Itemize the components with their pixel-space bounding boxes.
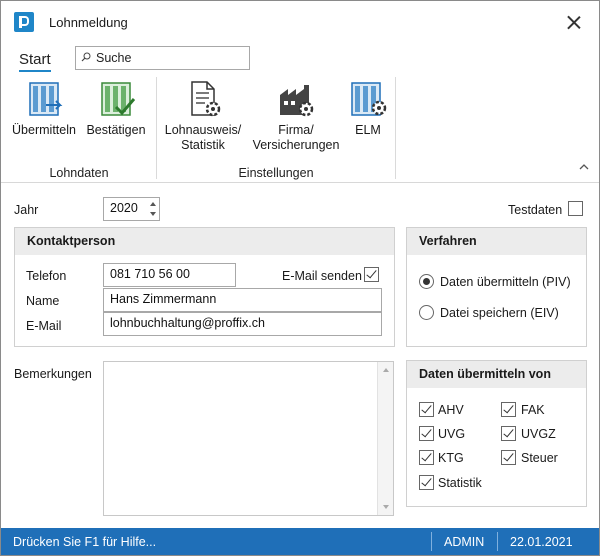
confirm-icon xyxy=(101,82,136,116)
scroll-down-icon[interactable] xyxy=(383,505,389,509)
jahr-spinner[interactable]: 2020 xyxy=(103,197,160,221)
testdaten-label: Testdaten xyxy=(508,203,563,217)
uebermitteln-button[interactable]: Übermitteln xyxy=(11,79,77,138)
name-field[interactable]: Hans Zimmermann xyxy=(103,288,382,312)
bestaetigen-button[interactable]: Bestätigen xyxy=(85,79,147,138)
tab-start[interactable]: Start xyxy=(19,51,51,72)
steuer-checkbox[interactable] xyxy=(501,450,516,465)
ahv-checkbox[interactable] xyxy=(419,402,434,417)
close-button[interactable] xyxy=(561,9,587,35)
verfahren-group: Verfahren Daten übermitteln (PIV) Datei … xyxy=(406,227,587,347)
status-user: ADMIN xyxy=(444,535,485,549)
ahv-label: AHV xyxy=(438,403,464,417)
email-field[interactable]: lohnbuchhaltung@proffix.ch xyxy=(103,312,382,336)
lohnausweis-statistik-button[interactable]: Lohnausweis/ Statistik xyxy=(161,79,245,153)
radio-daten-uebermitteln[interactable] xyxy=(419,274,434,289)
search-input[interactable]: Suche xyxy=(75,46,250,70)
daten-uebermitteln-von-group: Daten übermitteln von AHV FAK UVG UVGZ K… xyxy=(406,360,587,507)
factory-gear-icon xyxy=(280,85,314,117)
search-placeholder: Suche xyxy=(96,51,132,65)
group-lohndaten-label: Lohndaten xyxy=(49,166,109,180)
email-senden-label: E-Mail senden xyxy=(282,269,362,283)
group-einstellungen-label: Einstellungen xyxy=(238,166,314,180)
jahr-label: Jahr xyxy=(14,203,39,217)
telefon-label: Telefon xyxy=(26,269,67,283)
firma-versicherungen-button[interactable]: Firma/ Versicherungen xyxy=(249,79,343,153)
daten-uebermitteln-von-header: Daten übermitteln von xyxy=(407,361,586,388)
uebermitteln-label: Übermitteln xyxy=(12,123,76,137)
jahr-value: 2020 xyxy=(110,201,138,215)
uvg-checkbox[interactable] xyxy=(419,426,434,441)
telefon-field[interactable]: 081 710 56 00 xyxy=(103,263,236,287)
option-datei-speichern-label: Datei speichern (EIV) xyxy=(440,306,559,320)
uvg-label: UVG xyxy=(438,427,466,441)
uvgz-label: UVGZ xyxy=(521,427,556,441)
option-daten-uebermitteln-label: Daten übermitteln (PIV) xyxy=(440,275,571,289)
radio-datei-speichern[interactable] xyxy=(419,305,434,320)
statistik-label: Statistik xyxy=(438,476,482,490)
window-title: Lohnmeldung xyxy=(49,15,128,30)
lohnausweis-label-1: Lohnausweis/ xyxy=(164,123,242,137)
fak-checkbox[interactable] xyxy=(501,402,516,417)
transmit-icon xyxy=(29,82,63,116)
title-bar: Lohnmeldung xyxy=(1,1,599,43)
search-icon xyxy=(81,52,91,62)
ribbon-separator xyxy=(156,77,157,179)
lohnausweis-label-2: Statistik xyxy=(181,138,225,152)
status-separator xyxy=(431,532,432,551)
scroll-up-icon[interactable] xyxy=(383,368,389,372)
spin-down-icon[interactable] xyxy=(150,212,156,216)
status-date: 22.01.2021 xyxy=(510,535,573,549)
elm-label: ELM xyxy=(355,123,381,137)
email-senden-checkbox[interactable] xyxy=(364,267,379,282)
ktg-checkbox[interactable] xyxy=(419,450,434,465)
elm-gear-icon xyxy=(351,82,387,116)
chevron-up-icon[interactable] xyxy=(579,162,589,172)
vertical-scrollbar[interactable] xyxy=(377,362,393,515)
email-label: E-Mail xyxy=(26,319,62,333)
firma-label-2: Versicherungen xyxy=(252,138,340,152)
ribbon-separator xyxy=(395,77,396,179)
bemerkungen-label: Bemerkungen xyxy=(14,367,92,381)
testdaten-checkbox[interactable] xyxy=(568,201,583,216)
uvgz-checkbox[interactable] xyxy=(501,426,516,441)
ktg-label: KTG xyxy=(438,451,464,465)
verfahren-header: Verfahren xyxy=(407,228,586,255)
ribbon: Übermitteln Bestätigen Lohndaten Lohnaus… xyxy=(1,73,599,183)
status-separator xyxy=(497,532,498,551)
statistik-checkbox[interactable] xyxy=(419,475,434,490)
steuer-label: Steuer xyxy=(521,451,558,465)
name-label: Name xyxy=(26,294,60,308)
spin-up-icon[interactable] xyxy=(150,202,156,206)
fak-label: FAK xyxy=(521,403,545,417)
document-gear-icon xyxy=(191,81,221,117)
bemerkungen-textarea[interactable] xyxy=(103,361,394,516)
firma-label-1: Firma/ xyxy=(278,123,314,137)
kontaktperson-header: Kontaktperson xyxy=(15,228,394,255)
bestaetigen-label: Bestätigen xyxy=(86,123,146,137)
status-help-text: Drücken Sie F1 für Hilfe... xyxy=(13,535,157,549)
status-bar: Drücken Sie F1 für Hilfe... ADMIN 22.01.… xyxy=(1,528,599,555)
lohnmeldung-window: Lohnmeldung Start Suche Übermitteln Best… xyxy=(0,0,600,556)
proffix-logo-icon xyxy=(14,12,34,32)
elm-button[interactable]: ELM xyxy=(345,79,391,138)
